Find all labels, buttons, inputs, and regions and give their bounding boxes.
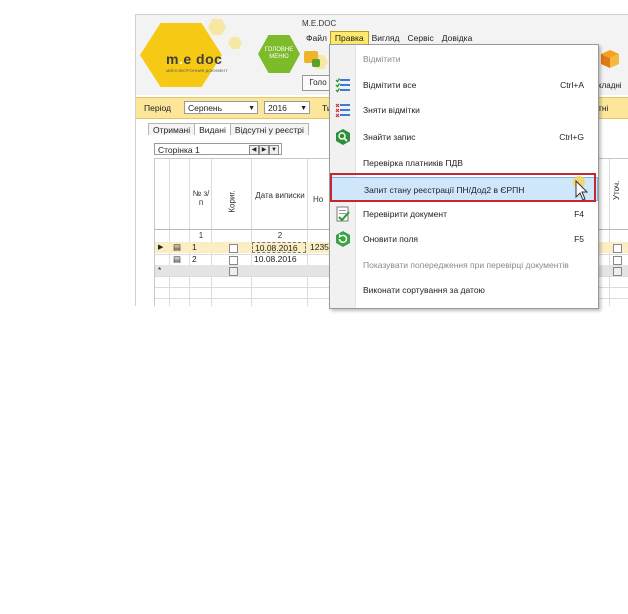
- menu-view[interactable]: Вигляд: [368, 32, 404, 44]
- menu-item-unmark[interactable]: Зняти відмітки: [330, 100, 598, 120]
- corrective-checkbox[interactable]: [229, 256, 238, 265]
- header-clarifying[interactable]: Уточ.: [612, 181, 621, 200]
- window-title: M.E.DOC: [302, 19, 337, 28]
- menu-item-shortcut: F4: [574, 209, 584, 219]
- page-selector[interactable]: Сторінка 1 ◀ ▶ ▼: [154, 143, 282, 155]
- menu-item-shortcut: F5: [574, 234, 584, 244]
- chevron-down-icon: ▼: [248, 105, 255, 112]
- highlight-frame: [330, 173, 596, 202]
- menu-item-vat-check[interactable]: Перевірка платників ПДВ: [330, 153, 598, 173]
- uncheck-icon: [335, 103, 350, 118]
- menu-item-label: Відмітити: [363, 54, 401, 64]
- month-select[interactable]: Серпень ▼: [184, 101, 258, 114]
- row-number: 1: [192, 242, 197, 252]
- year-value: 2016: [268, 103, 287, 113]
- utoch-checkbox[interactable]: [613, 256, 622, 265]
- tab-strip: Отримані Видані Відсутні у реєстрі: [148, 123, 309, 135]
- period-right-text: тні: [598, 103, 609, 113]
- header-number-doc[interactable]: Но: [313, 195, 329, 204]
- header-corrective[interactable]: Кориг.: [228, 187, 237, 217]
- chevron-down-icon: ▼: [300, 105, 307, 112]
- menu-item-label: Виконати сортування за датою: [363, 285, 485, 295]
- menu-item-mark[interactable]: Відмітити: [330, 49, 598, 69]
- row-pointer-icon: ▶: [158, 244, 164, 251]
- new-row-marker: *: [158, 265, 162, 275]
- document-icon: ▤: [173, 254, 182, 264]
- tab-received[interactable]: Отримані: [148, 123, 196, 135]
- menu-bar: Файл Правка Вигляд Сервіс Довідка: [302, 31, 477, 45]
- menu-file[interactable]: Файл: [302, 32, 331, 44]
- main-menu-label[interactable]: ГОЛОВНЕ МЕНЮ: [260, 47, 298, 61]
- mouse-cursor-icon: [573, 176, 589, 201]
- corrective-checkbox[interactable]: [229, 244, 238, 253]
- corrective-checkbox[interactable]: [229, 267, 238, 276]
- menu-item-label: Перевірити документ: [363, 209, 447, 219]
- page-dropdown-icon[interactable]: ▼: [269, 145, 279, 155]
- menu-item-shortcut: Ctrl+G: [559, 132, 584, 142]
- menu-service[interactable]: Сервіс: [403, 32, 437, 44]
- utoch-checkbox[interactable]: [613, 267, 622, 276]
- find-icon: [336, 129, 350, 145]
- page-label: Сторінка 1: [158, 145, 200, 155]
- next-page-icon[interactable]: ▶: [259, 145, 269, 155]
- document-icon: ▤: [173, 242, 182, 252]
- decor-hex: [228, 37, 242, 49]
- header-number[interactable]: № з/п: [191, 189, 211, 207]
- year-select[interactable]: 2016 ▼: [264, 101, 310, 114]
- header-date[interactable]: Дата виписки: [255, 191, 305, 200]
- menu-item-label: Перевірка платників ПДВ: [363, 158, 463, 168]
- menu-item-refresh-fields[interactable]: Оновити поля F5: [330, 229, 598, 249]
- menu-item-mark-all[interactable]: Відмітити все Ctrl+A: [330, 75, 598, 95]
- menu-item-label: Оновити поля: [363, 234, 419, 244]
- menu-item-show-warnings[interactable]: Показувати попередження при перевірці до…: [330, 255, 598, 275]
- menu-help[interactable]: Довідка: [438, 32, 477, 44]
- utoch-checkbox[interactable]: [613, 244, 622, 253]
- row-date[interactable]: 10.08.2016: [252, 242, 306, 253]
- row-number: 2: [192, 254, 197, 264]
- check-all-icon: [335, 78, 350, 93]
- menu-item-label: Показувати попередження при перевірці до…: [363, 260, 569, 270]
- refresh-icon: [336, 231, 350, 247]
- menu-item-check-document[interactable]: Перевірити документ F4: [330, 204, 598, 224]
- menu-item-label: Знайти запис: [363, 132, 416, 142]
- toolbar-right-label: кладні: [598, 81, 622, 90]
- tab-missing-in-register[interactable]: Відсутні у реєстрі: [229, 123, 309, 135]
- add-icon: [312, 59, 320, 67]
- column-index-1: 1: [198, 231, 204, 240]
- prev-page-icon[interactable]: ◀: [249, 145, 259, 155]
- menu-item-find-record[interactable]: Знайти запис Ctrl+G: [330, 127, 598, 147]
- check-doc-icon: [336, 206, 350, 222]
- month-value: Серпень: [188, 103, 223, 113]
- decor-hex: [208, 19, 226, 35]
- menu-item-shortcut: Ctrl+A: [560, 80, 584, 90]
- menu-item-label: Відмітити все: [363, 80, 417, 90]
- row-date: 10.08.2016: [254, 254, 297, 264]
- column-index-2: 2: [277, 231, 283, 240]
- menu-edit[interactable]: Правка: [329, 31, 369, 45]
- period-label: Період: [144, 103, 171, 113]
- tab-issued[interactable]: Видані: [194, 123, 231, 135]
- menu-item-label: Зняти відмітки: [363, 105, 420, 115]
- menu-item-sort-by-date[interactable]: Виконати сортування за датою: [330, 280, 598, 300]
- box-icon[interactable]: [600, 49, 620, 69]
- logo-tagline: МІЙ ЕЛЕКТРОННИЙ ДОКУМЕНТ: [166, 68, 228, 73]
- medoc-logo: m.e doc: [166, 51, 223, 67]
